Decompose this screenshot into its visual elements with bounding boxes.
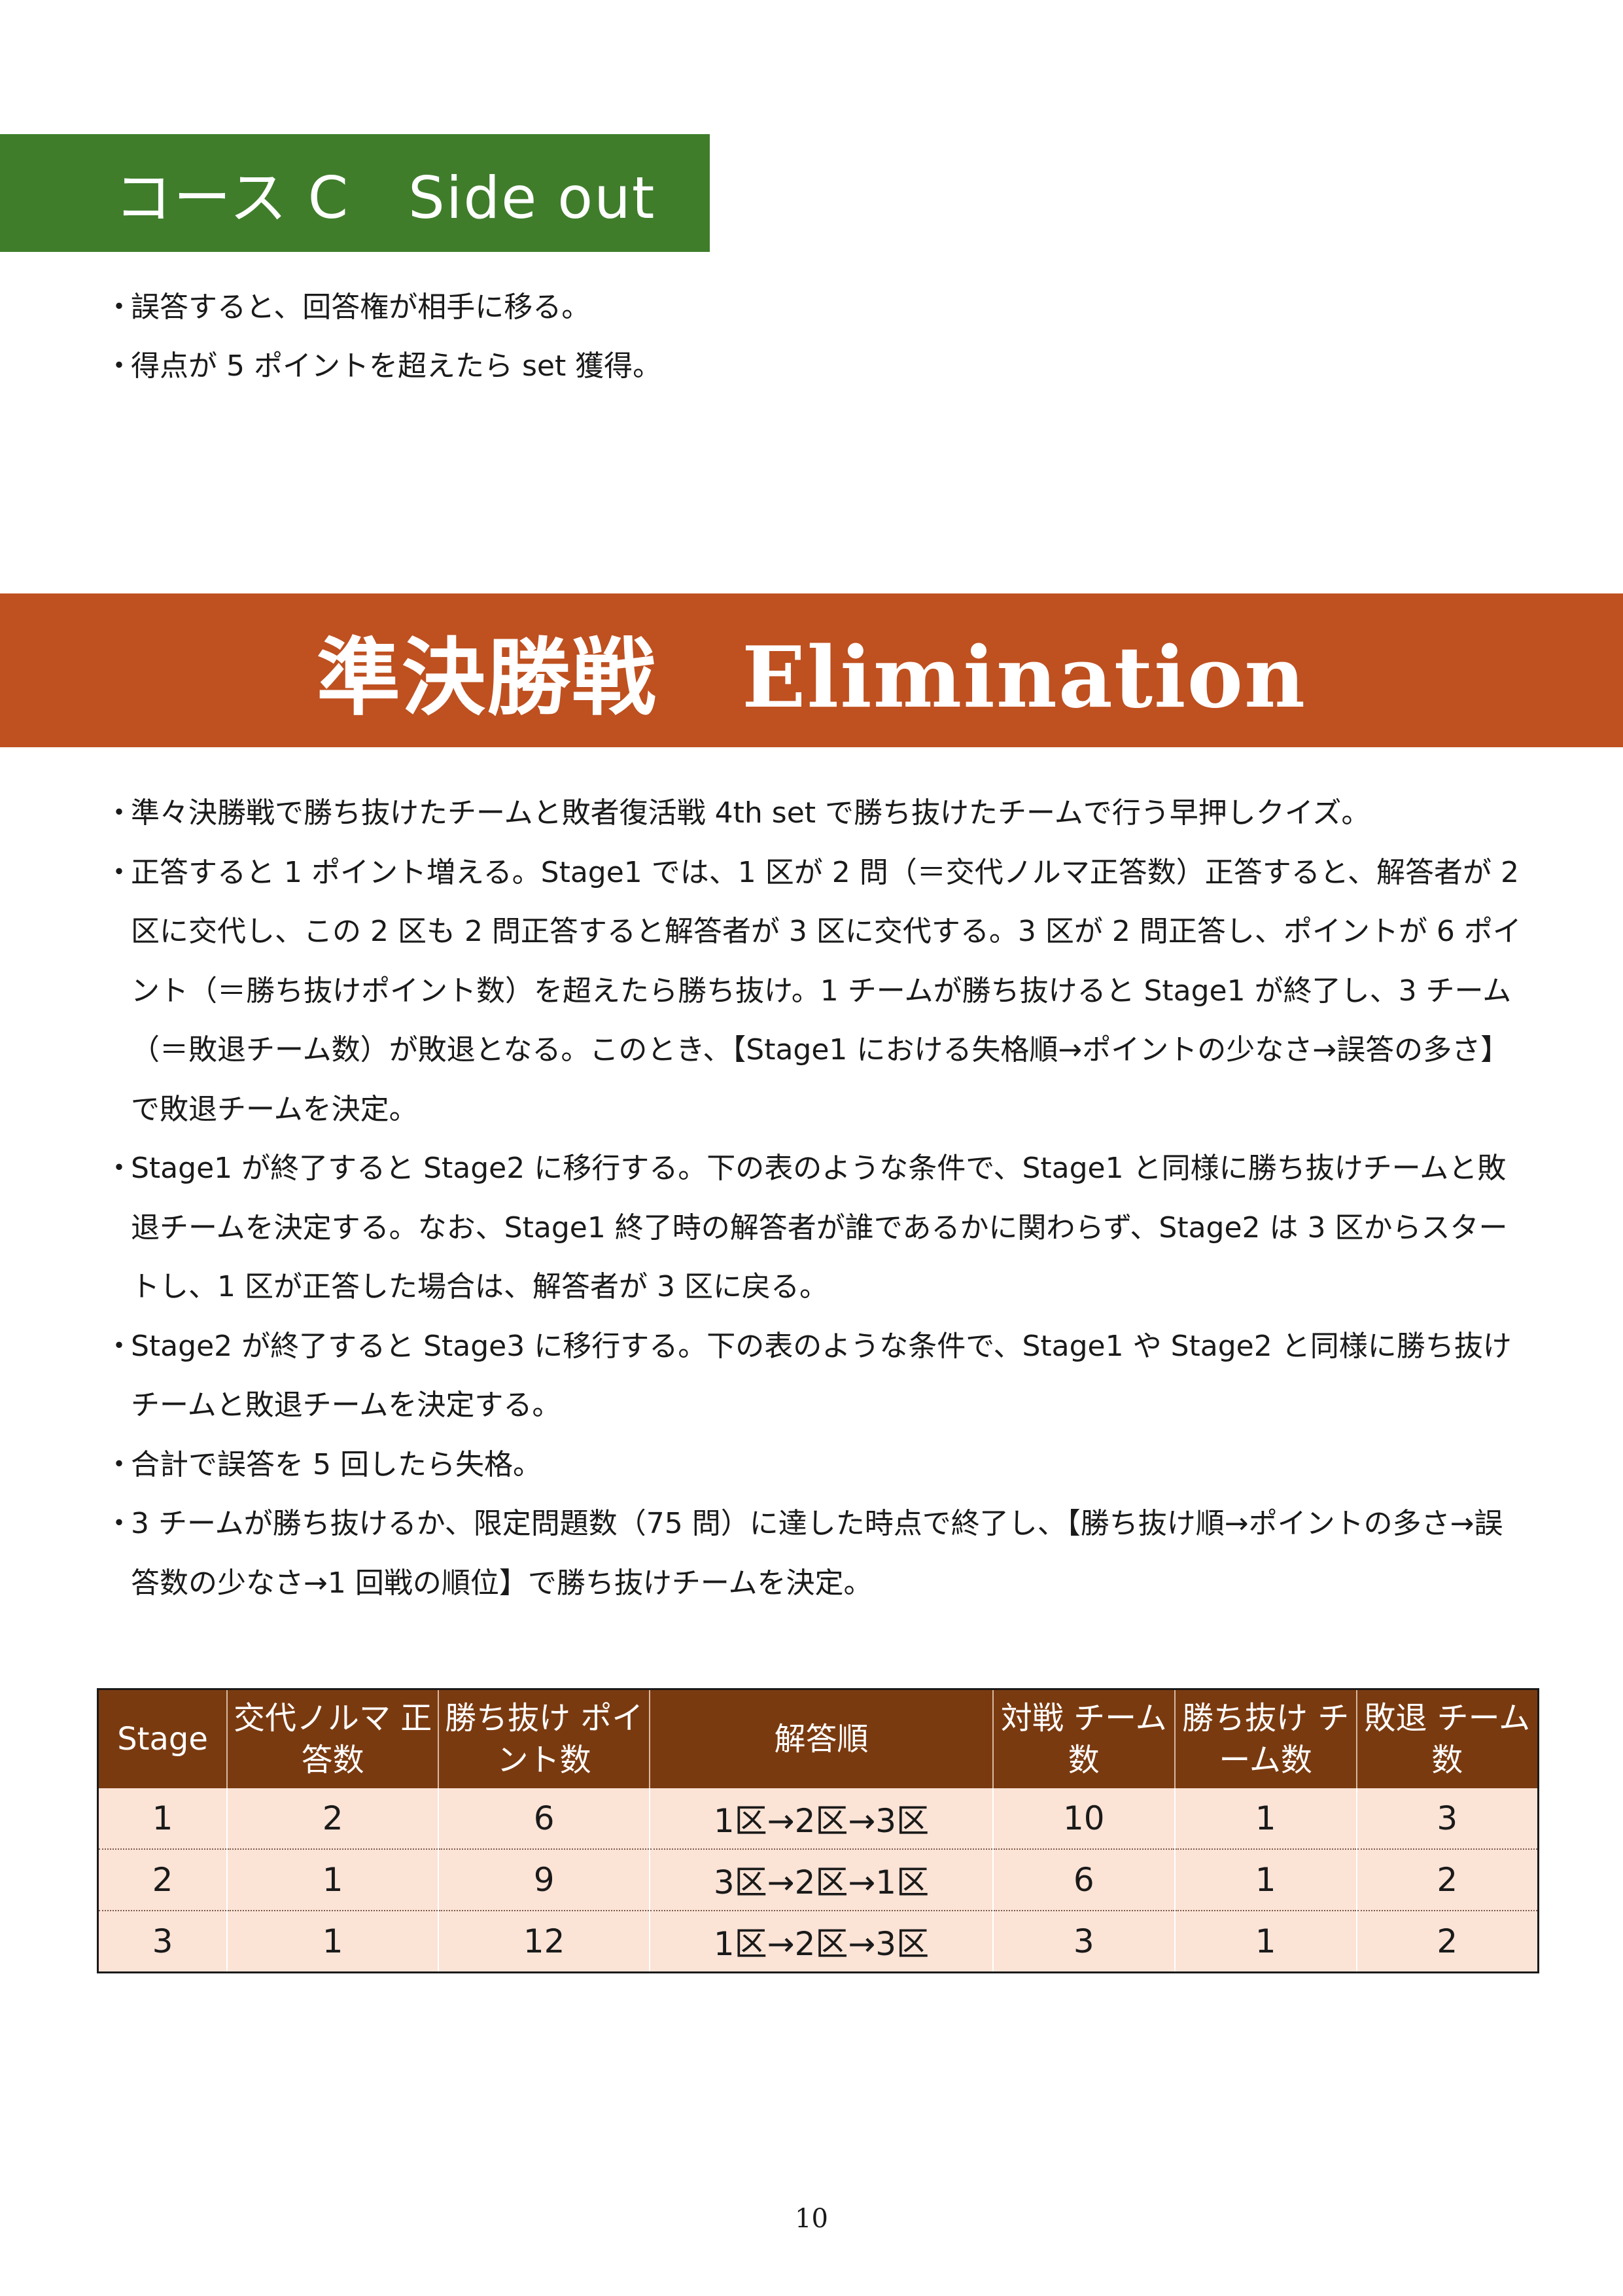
bullet-text: 正答すると 1 ポイント増える。Stage1 では、1 区が 2 問（＝交代ノル… — [131, 855, 1522, 1126]
bullet-dot: ・ — [105, 796, 133, 830]
table-cell: 1 — [1174, 1911, 1357, 1973]
table-row: 1 2 6 1区→2区→3区 10 1 3 — [97, 1788, 1539, 1850]
table-row: 2 1 9 3区→2区→1区 6 1 2 — [97, 1849, 1539, 1911]
bullet-text: 準々決勝戦で勝ち抜けたチームと敗者復活戦 4th set で勝ち抜けたチームで行… — [131, 796, 1370, 830]
course-c-bullet: ・ 誤答すると、回答権が相手に移る。 — [105, 278, 1511, 337]
table-cell: 3区→2区→1区 — [649, 1849, 993, 1911]
elimination-title: 準決勝戦 Elimination — [316, 629, 1307, 727]
course-c-banner: コース C Side out — [0, 134, 710, 252]
bullet-text: 合計で誤答を 5 回したら失格。 — [131, 1447, 542, 1481]
table-cell: 6 — [992, 1849, 1175, 1911]
header-win-points: 勝ち抜け ポイント数 — [438, 1689, 650, 1788]
table-row: 3 1 12 1区→2区→3区 3 1 2 — [97, 1911, 1539, 1973]
table-cell: 3 — [992, 1911, 1175, 1973]
table-cell: 2 — [1355, 1849, 1539, 1911]
bullet-text: Stage2 が終了すると Stage3 に移行する。下の表のような条件で、St… — [131, 1329, 1512, 1422]
header-teams: 対戦 チーム数 — [992, 1689, 1175, 1788]
elimination-bullet: ・ Stage1 が終了すると Stage2 に移行する。下の表のような条件で、… — [105, 1139, 1531, 1317]
elimination-bullet: ・ 合計で誤答を 5 回したら失格。 — [105, 1436, 1531, 1495]
table-cell: 2 — [97, 1849, 228, 1911]
table-cell: 3 — [1355, 1788, 1539, 1850]
table-cell: 2 — [1355, 1911, 1539, 1973]
bullet-dot: ・ — [105, 1447, 133, 1481]
elimination-bullet: ・ 3 チームが勝ち抜けるか、限定問題数（75 問）に達した時点で終了し、【勝ち… — [105, 1494, 1531, 1613]
table-cell: 9 — [438, 1849, 650, 1911]
table-cell: 10 — [992, 1788, 1175, 1850]
table-cell: 2 — [226, 1788, 439, 1850]
table-cell: 3 — [97, 1911, 228, 1973]
bullet-dot: ・ — [105, 855, 133, 889]
elimination-banner: 準決勝戦 Elimination — [0, 593, 1623, 747]
bullet-dot: ・ — [105, 1152, 133, 1185]
table-cell: 6 — [438, 1788, 650, 1850]
course-c-bullet: ・ 得点が 5 ポイントを超えたら set 獲得。 — [105, 337, 1511, 396]
table-cell: 12 — [438, 1911, 650, 1973]
course-c-rules: ・ 誤答すると、回答権が相手に移る。 ・ 得点が 5 ポイントを超えたら set… — [105, 278, 1511, 396]
elimination-bullet: ・ Stage2 が終了すると Stage3 に移行する。下の表のような条件で、… — [105, 1317, 1531, 1436]
bullet-dot: ・ — [105, 1507, 133, 1540]
bullet-text: 得点が 5 ポイントを超えたら set 獲得。 — [131, 349, 662, 383]
table-cell: 1区→2区→3区 — [649, 1788, 993, 1850]
course-c-title: コース C Side out — [114, 164, 656, 232]
elimination-rules: ・ 準々決勝戦で勝ち抜けたチームと敗者復活戦 4th set で勝ち抜けたチーム… — [105, 784, 1531, 1613]
table-cell: 1 — [1174, 1788, 1357, 1850]
elimination-bullet: ・ 準々決勝戦で勝ち抜けたチームと敗者復活戦 4th set で勝ち抜けたチーム… — [105, 784, 1531, 843]
bullet-dot: ・ — [105, 1329, 133, 1363]
bullet-dot: ・ — [105, 291, 133, 324]
header-winning-teams: 勝ち抜け チーム数 — [1174, 1689, 1357, 1788]
header-eliminated-teams: 敗退 チーム数 — [1355, 1689, 1539, 1788]
table-cell: 1 — [97, 1788, 228, 1850]
table-cell: 1 — [226, 1911, 439, 1973]
table-cell: 1 — [226, 1849, 439, 1911]
table-header-row: Stage 交代ノルマ 正答数 勝ち抜け ポイント数 解答順 対戦 チーム数 勝… — [97, 1689, 1539, 1788]
bullet-dot: ・ — [105, 349, 133, 383]
header-stage: Stage — [97, 1689, 228, 1788]
table-cell: 1 — [1174, 1849, 1357, 1911]
table-cell: 1区→2区→3区 — [649, 1911, 993, 1973]
header-answer-order: 解答順 — [649, 1689, 993, 1788]
bullet-text: 誤答すると、回答権が相手に移る。 — [131, 291, 591, 324]
elimination-bullet: ・ 正答すると 1 ポイント増える。Stage1 では、1 区が 2 問（＝交代… — [105, 843, 1531, 1140]
page-number: 10 — [795, 2204, 828, 2234]
bullet-text: Stage1 が終了すると Stage2 に移行する。下の表のような条件で、St… — [131, 1152, 1508, 1303]
bullet-text: 3 チームが勝ち抜けるか、限定問題数（75 問）に達した時点で終了し、【勝ち抜け… — [131, 1507, 1503, 1600]
stage-conditions-table: Stage 交代ノルマ 正答数 勝ち抜け ポイント数 解答順 対戦 チーム数 勝… — [97, 1688, 1539, 1973]
header-quota: 交代ノルマ 正答数 — [226, 1689, 439, 1788]
